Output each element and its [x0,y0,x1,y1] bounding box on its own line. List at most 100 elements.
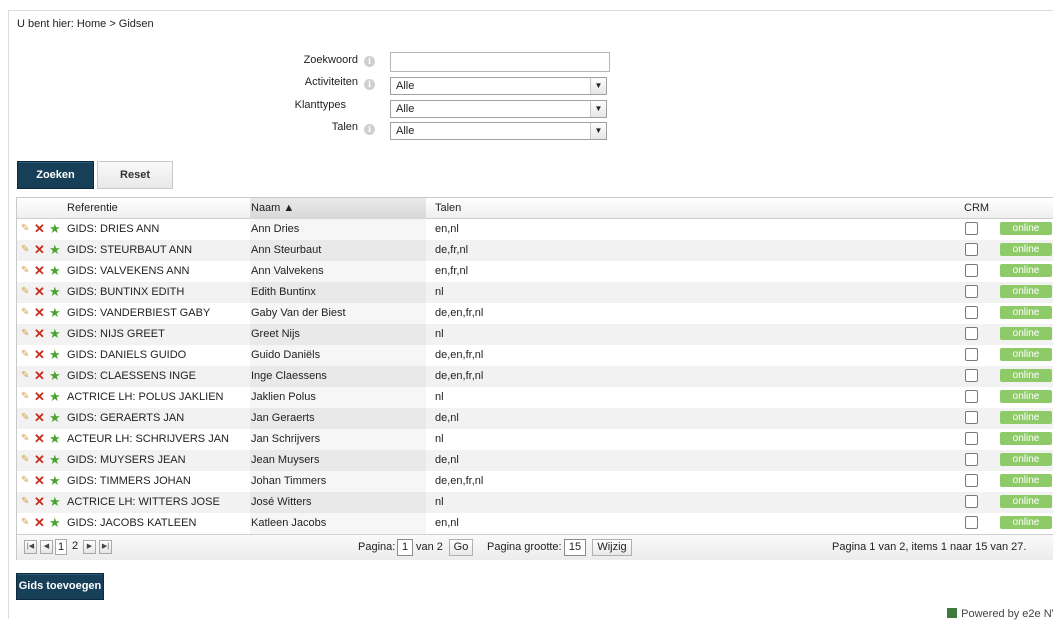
edit-icon[interactable]: ✎ [21,454,31,466]
edit-icon[interactable]: ✎ [21,328,31,340]
edit-icon[interactable]: ✎ [21,517,31,529]
edit-icon[interactable]: ✎ [21,244,31,256]
last-page-icon[interactable]: ▶| [99,540,112,554]
star-icon[interactable]: ★ [49,305,61,320]
star-icon[interactable]: ★ [49,221,61,236]
star-icon[interactable]: ★ [49,284,61,299]
delete-icon[interactable]: ✕ [34,264,45,278]
table-row[interactable]: ✎ ✕ ★ GIDS: VALVEKENS ANN Ann Valvekens en,fr… [17,261,1053,282]
page-link-1[interactable]: 1 [55,539,67,555]
status-badge[interactable]: online [1000,411,1052,424]
star-icon[interactable]: ★ [49,410,61,425]
table-row[interactable]: ✎ ✕ ★ GIDS: GERAERTS JAN Jan Geraerts de,nl on… [17,408,1053,429]
crm-checkbox[interactable] [965,264,978,277]
crm-checkbox[interactable] [965,222,978,235]
table-row[interactable]: ✎ ✕ ★ GIDS: TIMMERS JOHAN Johan Timmers de,en… [17,471,1053,492]
star-icon[interactable]: ★ [49,473,61,488]
edit-icon[interactable]: ✎ [21,307,31,319]
column-header-talen[interactable]: Talen [435,198,461,219]
edit-icon[interactable]: ✎ [21,265,31,277]
change-page-size-button[interactable]: Wijzig [592,539,632,556]
table-row[interactable]: ✎ ✕ ★ GIDS: VANDERBIEST GABY Gaby Van der Bi… [17,303,1053,324]
status-badge[interactable]: online [1000,495,1052,508]
crm-checkbox[interactable] [965,453,978,466]
star-icon[interactable]: ★ [49,347,61,362]
edit-icon[interactable]: ✎ [21,286,31,298]
delete-icon[interactable]: ✕ [34,222,45,236]
delete-icon[interactable]: ✕ [34,369,45,383]
column-header-naam[interactable]: Naam ▲ [250,198,426,219]
status-badge[interactable]: online [1000,327,1052,340]
first-page-icon[interactable]: |◀ [24,540,37,554]
info-icon[interactable]: i [364,79,375,90]
page-link-2[interactable]: 2 [70,539,80,555]
crm-checkbox[interactable] [965,369,978,382]
star-icon[interactable]: ★ [49,452,61,467]
crm-checkbox[interactable] [965,411,978,424]
edit-icon[interactable]: ✎ [21,391,31,403]
crm-checkbox[interactable] [965,327,978,340]
table-row[interactable]: ✎ ✕ ★ GIDS: JACOBS KATLEEN Katleen Jacobs en,… [17,513,1053,534]
edit-icon[interactable]: ✎ [21,349,31,361]
crm-checkbox[interactable] [965,390,978,403]
status-badge[interactable]: online [1000,306,1052,319]
star-icon[interactable]: ★ [49,515,61,530]
status-badge[interactable]: online [1000,369,1052,382]
delete-icon[interactable]: ✕ [34,474,45,488]
go-button[interactable]: Go [449,539,473,556]
table-row[interactable]: ✎ ✕ ★ GIDS: BUNTINX EDITH Edith Buntinx nl onl… [17,282,1053,303]
edit-icon[interactable]: ✎ [21,223,31,235]
info-icon[interactable]: i [364,124,375,135]
keyword-input[interactable] [390,52,610,72]
crm-checkbox[interactable] [965,432,978,445]
status-badge[interactable]: online [1000,516,1052,529]
edit-icon[interactable]: ✎ [21,433,31,445]
table-row[interactable]: ✎ ✕ ★ GIDS: CLAESSENS INGE Inge Claessens de,… [17,366,1053,387]
delete-icon[interactable]: ✕ [34,285,45,299]
status-badge[interactable]: online [1000,243,1052,256]
edit-icon[interactable]: ✎ [21,496,31,508]
prev-page-icon[interactable]: ◀ [40,540,53,554]
reset-button[interactable]: Reset [97,161,173,189]
clienttypes-select[interactable]: Alle ▼ [390,100,607,118]
status-badge[interactable]: online [1000,390,1052,403]
status-badge[interactable]: online [1000,285,1052,298]
star-icon[interactable]: ★ [49,431,61,446]
status-badge[interactable]: online [1000,222,1052,235]
star-icon[interactable]: ★ [49,326,61,341]
table-row[interactable]: ✎ ✕ ★ GIDS: DANIELS GUIDO Guido Daniëls de,en… [17,345,1053,366]
delete-icon[interactable]: ✕ [34,243,45,257]
delete-icon[interactable]: ✕ [34,327,45,341]
star-icon[interactable]: ★ [49,368,61,383]
column-header-referentie[interactable]: Referentie [67,198,118,219]
table-row[interactable]: ✎ ✕ ★ ACTRICE LH: POLUS JAKLIEN Jaklien Polu… [17,387,1053,408]
column-header-crm[interactable]: CRM [964,198,989,219]
add-guide-button[interactable]: Gids toevoegen [16,573,104,600]
delete-icon[interactable]: ✕ [34,453,45,467]
star-icon[interactable]: ★ [49,263,61,278]
status-badge[interactable]: online [1000,453,1052,466]
delete-icon[interactable]: ✕ [34,390,45,404]
crm-checkbox[interactable] [965,243,978,256]
crm-checkbox[interactable] [965,348,978,361]
activities-select[interactable]: Alle ▼ [390,77,607,95]
languages-select[interactable]: Alle ▼ [390,122,607,140]
delete-icon[interactable]: ✕ [34,348,45,362]
delete-icon[interactable]: ✕ [34,411,45,425]
table-row[interactable]: ✎ ✕ ★ ACTRICE LH: WITTERS JOSE José Witters n… [17,492,1053,513]
status-badge[interactable]: online [1000,348,1052,361]
edit-icon[interactable]: ✎ [21,475,31,487]
page-size-input[interactable]: 15 [564,539,586,556]
status-badge[interactable]: online [1000,432,1052,445]
table-row[interactable]: ✎ ✕ ★ GIDS: DRIES ANN Ann Dries en,nl online [17,219,1053,240]
crm-checkbox[interactable] [965,285,978,298]
table-row[interactable]: ✎ ✕ ★ ACTEUR LH: SCHRIJVERS JAN Jan Schrijve… [17,429,1053,450]
delete-icon[interactable]: ✕ [34,306,45,320]
table-row[interactable]: ✎ ✕ ★ GIDS: STEURBAUT ANN Ann Steurbaut de,fr… [17,240,1053,261]
table-row[interactable]: ✎ ✕ ★ GIDS: MUYSERS JEAN Jean Muysers de,nl on… [17,450,1053,471]
status-badge[interactable]: online [1000,264,1052,277]
info-icon[interactable]: i [364,56,375,67]
star-icon[interactable]: ★ [49,242,61,257]
edit-icon[interactable]: ✎ [21,412,31,424]
crm-checkbox[interactable] [965,474,978,487]
